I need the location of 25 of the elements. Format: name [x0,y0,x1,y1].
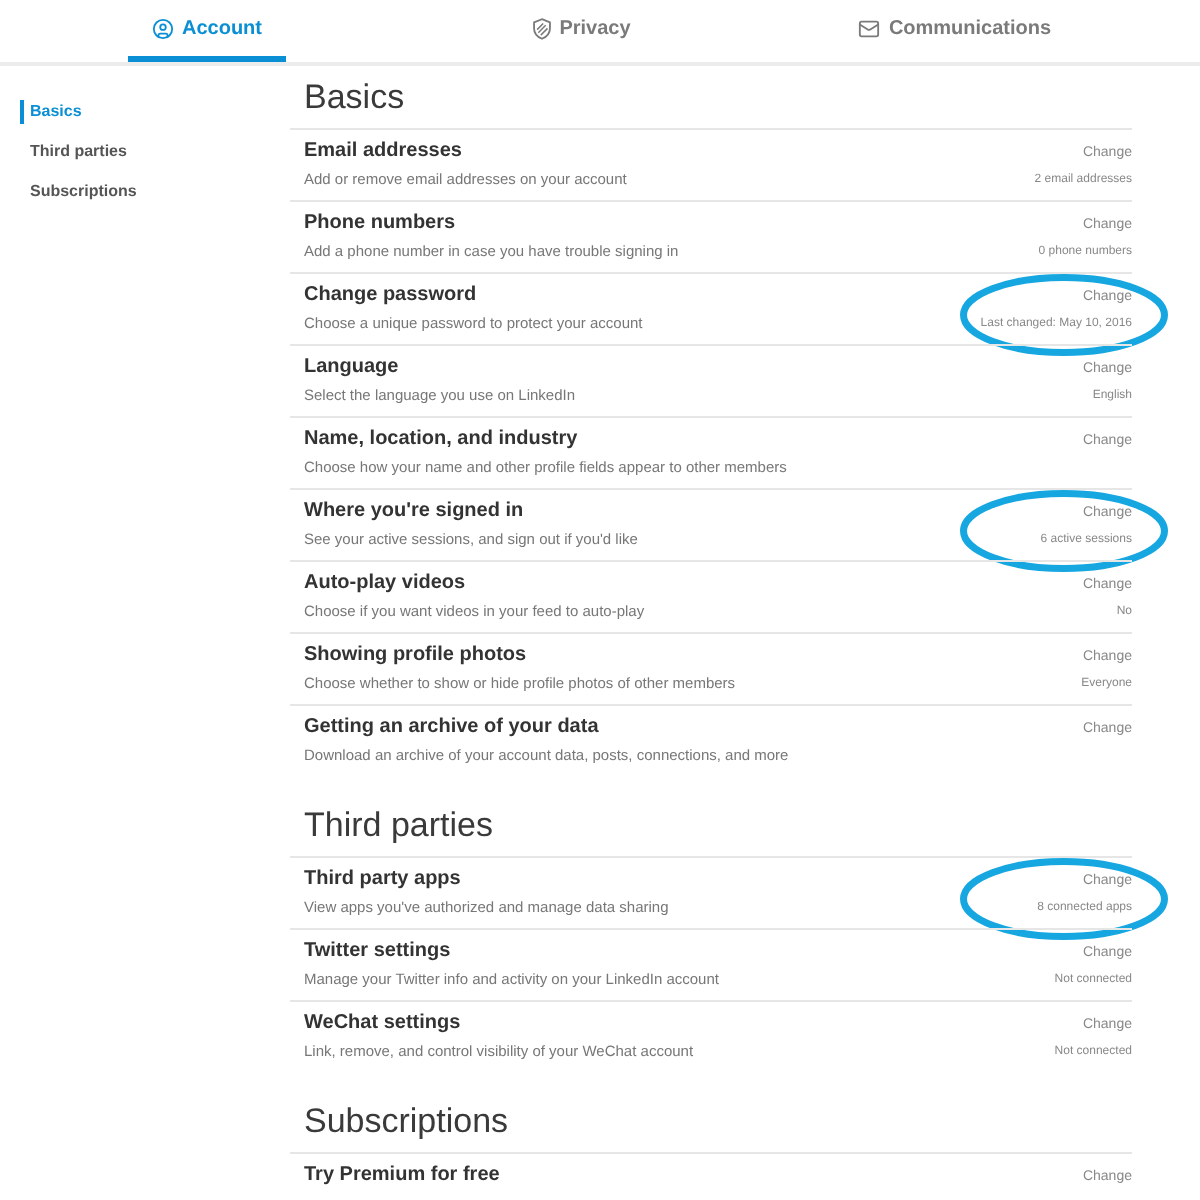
tab[interactable]: Privacy [507,0,655,62]
setting-title: Twitter settings [304,938,451,964]
setting-title: Change password [304,282,477,308]
setting-title: Third party apps [304,866,461,892]
section-heading: Basics [304,77,405,117]
setting-title: Auto-play videos [304,570,466,596]
setting-title: WeChat settings [304,1010,461,1036]
section-heading: Subscriptions [304,1101,509,1141]
setting-title: Phone numbers [304,210,456,236]
section-heading: Third parties [304,805,493,845]
setting-title: Getting an archive of your data [304,714,599,740]
sidebar-link[interactable]: Basics [20,100,82,124]
tab[interactable]: Communications [834,0,1076,62]
sidebar-link[interactable]: Third parties [20,140,127,164]
shield-icon [531,17,552,39]
setting-title: Language [304,354,399,380]
setting-title: Try Premium for free [304,1162,500,1188]
setting-title: Email addresses [304,138,462,164]
setting-title: Showing profile photos [304,642,527,668]
tab[interactable]: Account [128,0,286,62]
user-circle-icon [152,17,174,39]
sidebar-link[interactable]: Subscriptions [20,180,137,204]
setting-title: Name, location, and industry [304,426,578,452]
setting-title: Where you're signed in [304,498,524,524]
mail-icon [858,17,881,39]
